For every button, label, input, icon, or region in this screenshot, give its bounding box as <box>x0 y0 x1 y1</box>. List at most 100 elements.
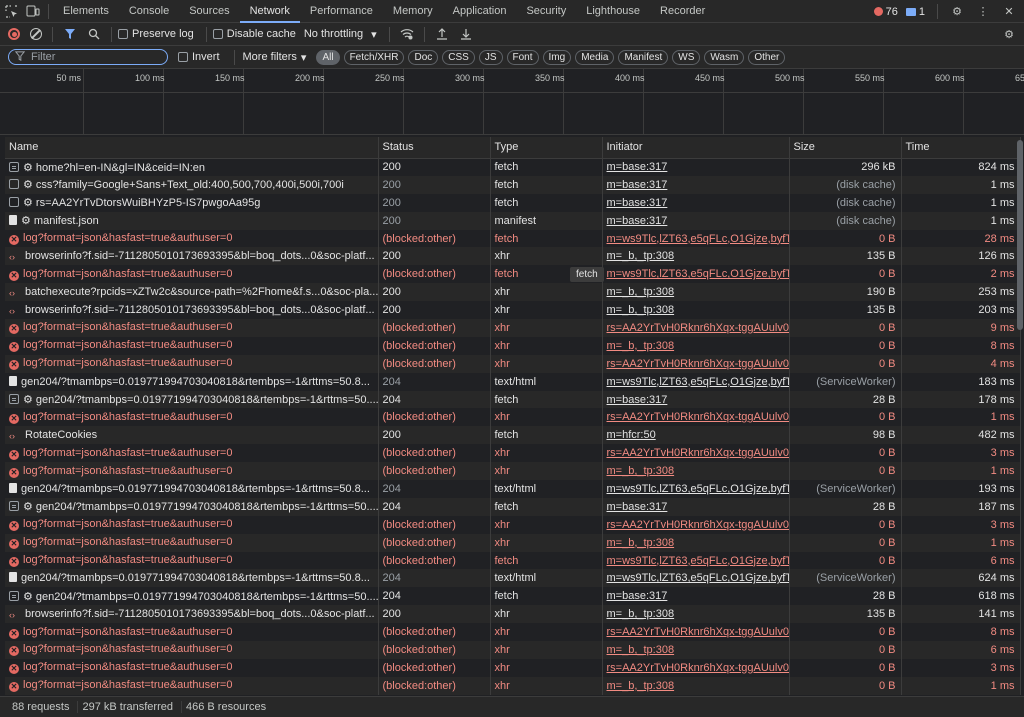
filter-chip-ws[interactable]: WS <box>672 49 701 65</box>
tab-recorder[interactable]: Recorder <box>650 0 715 23</box>
initiator-link[interactable]: m=base:317 <box>607 215 668 227</box>
search-icon[interactable] <box>83 23 105 45</box>
table-row[interactable]: ✕ log?format=json&hasfast=true&authuser=0… <box>5 658 1021 677</box>
table-row[interactable]: ⚙ gen204/?tmambps=0.019771994703040818&r… <box>5 587 1021 606</box>
table-row[interactable]: ✕ log?format=json&hasfast=true&authuser=0… <box>5 676 1021 695</box>
initiator-link[interactable]: m=_b,_tp:308 <box>607 644 675 656</box>
initiator-link[interactable]: m=_b,_tp:308 <box>607 286 675 298</box>
import-har-upload-icon[interactable] <box>431 23 453 45</box>
tab-performance[interactable]: Performance <box>300 0 383 23</box>
table-row[interactable]: ⚙ css?family=Google+Sans+Text_old:400,50… <box>5 175 1021 194</box>
table-row[interactable]: ✕ log?format=json&hasfast=true&authuser=0… <box>5 641 1021 659</box>
tab-application[interactable]: Application <box>443 0 517 23</box>
table-row[interactable]: ‹› browserinfo?f.sid=-7112805010173693395… <box>5 247 1021 266</box>
throttling-select[interactable]: No throttling ▾ <box>304 28 377 41</box>
filter-chip-font[interactable]: Font <box>506 49 539 65</box>
filter-chip-js[interactable]: JS <box>478 49 503 65</box>
filter-chip-wasm[interactable]: Wasm <box>704 49 745 65</box>
network-conditions-wifi-icon[interactable] <box>396 23 418 45</box>
initiator-link[interactable]: rs=AA2YrTvH0Rknr6hXqx-tggAUulv05 <box>607 519 789 531</box>
filter-input[interactable]: Filter <box>8 49 168 65</box>
initiator-link[interactable]: m=base:317 <box>607 394 668 406</box>
settings-gear-icon[interactable]: ⚙ <box>946 1 968 23</box>
initiator-link[interactable]: rs=AA2YrTvH0Rknr6hXqx-tggAUulv05 <box>607 447 789 459</box>
device-toolbar-icon[interactable] <box>22 0 44 22</box>
cell-name[interactable]: ⚙ gen204/?tmambps=0.019771994703040818&r… <box>5 587 379 606</box>
initiator-link[interactable]: m=base:317 <box>607 161 668 173</box>
filter-chip-media[interactable]: Media <box>575 49 615 65</box>
filter-chip-other[interactable]: Other <box>748 49 786 65</box>
cell-name[interactable]: ⚙ gen204/?tmambps=0.019771994703040818&r… <box>5 390 379 409</box>
table-row[interactable]: ✕ log?format=json&hasfast=true&authuser=0… <box>5 515 1021 534</box>
checkbox-box[interactable] <box>118 29 128 39</box>
column-header-type[interactable]: Type <box>490 137 603 159</box>
preserve-log-checkbox[interactable]: Preserve log <box>118 28 194 40</box>
cell-name[interactable]: ✕ log?format=json&hasfast=true&authuser=0 <box>5 229 379 248</box>
tab-console[interactable]: Console <box>119 0 179 23</box>
tab-elements[interactable]: Elements <box>53 0 119 23</box>
network-settings-gear-icon[interactable]: ⚙ <box>998 23 1020 45</box>
checkbox-box[interactable] <box>178 52 188 62</box>
initiator-link[interactable]: m=ws9Tlc,lZT63,e5qFLc,O1Gjze,byfTO <box>607 376 789 388</box>
cell-name[interactable]: ✕ log?format=json&hasfast=true&authuser=0 <box>5 444 379 463</box>
more-filters-dropdown[interactable]: More filters ▾ <box>243 51 307 64</box>
more-options-icon[interactable]: ⋮ <box>972 1 994 23</box>
tab-memory[interactable]: Memory <box>383 0 443 23</box>
table-row[interactable]: ✕ log?format=json&hasfast=true&authuser=0… <box>5 265 1021 284</box>
export-har-download-icon[interactable] <box>455 23 477 45</box>
tab-security[interactable]: Security <box>516 0 576 23</box>
cell-name[interactable]: ✕ log?format=json&hasfast=true&authuser=0 <box>5 515 379 534</box>
cell-name[interactable]: ‹› RotateCookies <box>5 426 379 445</box>
column-header-size[interactable]: Size <box>789 137 902 159</box>
table-row[interactable]: ‹› browserinfo?f.sid=-7112805010173693395… <box>5 301 1021 320</box>
table-scrollbar[interactable] <box>1017 140 1023 330</box>
table-row[interactable]: ✕ log?format=json&hasfast=true&authuser=0… <box>5 533 1021 552</box>
initiator-link[interactable]: m=base:317 <box>607 501 668 513</box>
table-row[interactable]: gen204/?tmambps=0.019771994703040818&rte… <box>5 569 1021 588</box>
filter-chip-css[interactable]: CSS <box>442 49 475 65</box>
cell-name[interactable]: ✕ log?format=json&hasfast=true&authuser=0 <box>5 319 379 337</box>
initiator-link[interactable]: m=_b,_tp:308 <box>607 537 675 549</box>
initiator-link[interactable]: rs=AA2YrTvH0Rknr6hXqx-tggAUulv05 <box>607 358 789 370</box>
table-row[interactable]: gen204/?tmambps=0.019771994703040818&rte… <box>5 372 1021 391</box>
column-header-status[interactable]: Status <box>378 137 491 159</box>
table-row[interactable]: ✕ log?format=json&hasfast=true&authuser=0… <box>5 444 1021 463</box>
initiator-link[interactable]: rs=AA2YrTvH0Rknr6hXqx-tggAUulv05 <box>607 411 789 423</box>
cell-name[interactable]: gen204/?tmambps=0.019771994703040818&rte… <box>5 569 379 588</box>
initiator-link[interactable]: m=_b,_tp:308 <box>607 465 675 477</box>
cell-name[interactable]: ✕ log?format=json&hasfast=true&authuser=0 <box>5 336 379 355</box>
cell-name[interactable]: gen204/?tmambps=0.019771994703040818&rte… <box>5 372 379 391</box>
initiator-link[interactable]: m=_b,_tp:308 <box>607 608 675 620</box>
cell-name[interactable]: ✕ log?format=json&hasfast=true&authuser=0 <box>5 658 379 677</box>
table-row[interactable]: ⚙ home?hl=en-IN&gl=IN&ceid=IN:en 200 fetch… <box>5 158 1021 176</box>
clear-log-icon[interactable] <box>30 28 42 40</box>
network-overview-timeline[interactable]: 50 ms 100 ms 150 ms 200 ms 250 ms 300 ms 350 m… <box>0 69 1024 135</box>
cell-name[interactable]: ⚙ gen204/?tmambps=0.019771994703040818&r… <box>5 497 379 516</box>
initiator-link[interactable]: m=ws9Tlc,lZT63,e5qFLc,O1Gjze,byfTO <box>607 572 789 584</box>
initiator-link[interactable]: m=hfcr:50 <box>607 429 656 441</box>
message-count-badge[interactable]: 1 <box>905 6 925 18</box>
cell-name[interactable]: ⚙ home?hl=en-IN&gl=IN&ceid=IN:en <box>5 158 379 176</box>
table-row[interactable]: ⚙ manifest.json 200 manifest m=base:317 (dis… <box>5 211 1021 230</box>
initiator-link[interactable]: rs=AA2YrTvH0Rknr6hXqx-tggAUulv05 <box>607 322 789 334</box>
initiator-link[interactable]: m=_b,_tp:308 <box>607 340 675 352</box>
close-icon[interactable]: ✕ <box>998 1 1020 23</box>
cell-name[interactable]: ⚙ rs=AA2YrTvDtorsWuiBHYzP5-IS7pwgoAa95g <box>5 193 379 212</box>
cell-name[interactable]: ✕ log?format=json&hasfast=true&authuser=0 <box>5 533 379 552</box>
table-row[interactable]: ✕ log?format=json&hasfast=true&authuser=0… <box>5 408 1021 427</box>
error-count-badge[interactable]: 76 <box>873 6 898 18</box>
filter-chip-manifest[interactable]: Manifest <box>618 49 669 65</box>
table-row[interactable]: ✕ log?format=json&hasfast=true&authuser=0… <box>5 354 1021 373</box>
initiator-link[interactable]: m=base:317 <box>607 590 668 602</box>
initiator-link[interactable]: m=base:317 <box>607 179 668 191</box>
filter-chip-img[interactable]: Img <box>542 49 572 65</box>
tab-lighthouse[interactable]: Lighthouse <box>576 0 650 23</box>
initiator-link[interactable]: m=ws9Tlc,lZT63,e5qFLc,O1Gjze,byfTO <box>607 483 789 495</box>
table-row[interactable]: ‹› RotateCookies 200 fetch m=hfcr:50 98 B 482 … <box>5 426 1021 445</box>
initiator-link[interactable]: m=_b,_tp:308 <box>607 680 675 692</box>
initiator-link[interactable]: m=_b,_tp:308 <box>607 250 675 262</box>
column-header-name[interactable]: Name <box>5 137 379 159</box>
filter-chip-all[interactable]: All <box>316 49 340 65</box>
cell-name[interactable]: ⚙ css?family=Google+Sans+Text_old:400,50… <box>5 175 379 194</box>
initiator-link[interactable]: m=base:317 <box>607 197 668 209</box>
